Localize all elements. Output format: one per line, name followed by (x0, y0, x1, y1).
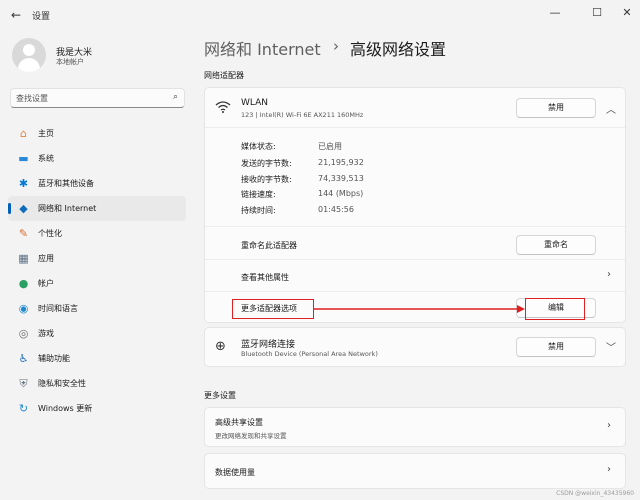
prop-bytes-sent-label: 发送的字节数: (241, 159, 292, 168)
sidebar-item-system[interactable]: ▬ 系统 (8, 146, 186, 171)
view-more-properties-row[interactable]: 查看其他属性 (241, 272, 289, 283)
chevron-right-icon[interactable]: › (607, 420, 611, 431)
disable-bluetooth-button[interactable]: 禁用 (516, 337, 596, 357)
sidebar-item-privacy[interactable]: ⛨ 隐私和安全性 (8, 371, 186, 396)
divider (205, 226, 625, 227)
apps-icon: ▦ (18, 252, 29, 265)
account-type: 本地帐户 (56, 58, 84, 66)
prop-bytes-received-value: 74,339,513 (318, 174, 364, 183)
prop-duration-value: 01:45:56 (318, 205, 354, 214)
sidebar-item-label: 游戏 (38, 329, 54, 338)
prop-media-state-value: 已启用 (318, 142, 342, 151)
watermark: CSDN @weixin_43435960 (556, 490, 634, 497)
back-arrow-icon[interactable]: ← (8, 7, 24, 23)
sidebar-nav: ⌂ 主页 ▬ 系统 ✱ 蓝牙和其他设备 ◆ 网络和 Internet ✎ 个性化… (0, 121, 190, 421)
accessibility-icon: ♿ (18, 352, 29, 365)
maximize-icon[interactable]: ☐ (590, 6, 604, 20)
divider (205, 291, 625, 292)
search-input[interactable] (16, 92, 166, 105)
sidebar-item-label: 应用 (38, 254, 54, 263)
chevron-down-icon[interactable]: ﹀ (606, 339, 616, 354)
annotation-arrow-icon (314, 305, 525, 313)
sidebar-item-label: 辅助功能 (38, 354, 70, 363)
data-usage-row[interactable]: 数据使用量 › (204, 453, 626, 489)
search-box[interactable]: ⌕ (10, 88, 185, 108)
title-bar: ← 设置 — ☐ ✕ (0, 0, 640, 30)
advanced-sharing-title: 高级共享设置 (215, 418, 263, 427)
adapter-name: WLAN (241, 98, 269, 108)
sidebar-item-label: 蓝牙和其他设备 (38, 179, 94, 188)
sidebar-item-network[interactable]: ◆ 网络和 Internet (8, 196, 186, 221)
avatar-head-icon (23, 44, 35, 56)
avatar[interactable] (12, 38, 46, 72)
divider (205, 259, 625, 260)
sidebar-item-home[interactable]: ⌂ 主页 (8, 121, 186, 146)
prop-bytes-received-label: 接收的字节数: (241, 175, 292, 184)
sidebar-item-accounts[interactable]: ● 帐户 (8, 271, 186, 296)
account-icon: ● (18, 277, 29, 290)
sidebar-item-personalization[interactable]: ✎ 个性化 (8, 221, 186, 246)
sidebar-item-windows-update[interactable]: ↻ Windows 更新 (8, 396, 186, 421)
minimize-icon[interactable]: — (548, 6, 562, 20)
rename-adapter-label: 重命名此适配器 (241, 241, 297, 250)
advanced-sharing-subtitle: 更改网络发现和共享设置 (215, 432, 287, 440)
chevron-right-icon[interactable]: › (607, 269, 611, 280)
advanced-sharing-row[interactable]: 高级共享设置 更改网络发现和共享设置 › (204, 407, 626, 447)
home-icon: ⌂ (20, 127, 27, 140)
sidebar-item-label: 隐私和安全性 (38, 379, 86, 388)
sidebar-item-label: Windows 更新 (38, 404, 93, 413)
sidebar-item-label: 主页 (38, 129, 54, 138)
prop-duration-label: 持续时间: (241, 206, 276, 215)
adapter-name: 蓝牙网络连接 (241, 340, 296, 350)
highlight-box-label (232, 299, 314, 319)
chevron-up-icon[interactable]: ︿ (606, 101, 616, 116)
sidebar-item-accessibility[interactable]: ♿ 辅助功能 (8, 346, 186, 371)
globe-network-icon: ⊕ (215, 339, 226, 354)
sidebar-item-label: 网络和 Internet (38, 204, 97, 213)
wifi-icon: ◆ (19, 202, 28, 215)
shield-icon: ⛨ (19, 377, 28, 390)
search-icon[interactable]: ⌕ (173, 92, 178, 102)
window-title: 设置 (32, 12, 51, 22)
wifi-icon (215, 101, 231, 113)
windows-update-icon: ↻ (18, 402, 29, 415)
sidebar-item-bluetooth[interactable]: ✱ 蓝牙和其他设备 (8, 171, 186, 196)
sidebar-item-apps[interactable]: ▦ 应用 (8, 246, 186, 271)
avatar-body-icon (18, 58, 40, 72)
sidebar-item-time-language[interactable]: ◉ 时间和语言 (8, 296, 186, 321)
breadcrumb-separator: › (333, 37, 339, 55)
close-icon[interactable]: ✕ (620, 6, 634, 20)
data-usage-title: 数据使用量 (215, 468, 255, 477)
bluetooth-icon: ✱ (18, 177, 29, 190)
prop-link-speed-label: 链接速度: (241, 190, 276, 199)
divider (205, 127, 625, 128)
globe-clock-icon: ◉ (18, 302, 29, 315)
sidebar-item-label: 个性化 (38, 229, 62, 238)
sidebar-item-gaming[interactable]: ◎ 游戏 (8, 321, 186, 346)
monitor-icon: ▬ (18, 152, 29, 165)
page-title: 高级网络设置 (350, 40, 447, 59)
section-heading-more: 更多设置 (204, 391, 236, 400)
wlan-card: WLAN 123 | Intel(R) Wi-Fi 6E AX211 160MH… (204, 87, 626, 323)
sidebar-item-label: 时间和语言 (38, 304, 78, 313)
breadcrumb-parent[interactable]: 网络和 Internet (204, 36, 321, 60)
sidebar-item-label: 系统 (38, 154, 54, 163)
bluetooth-card: ⊕ 蓝牙网络连接 Bluetooth Device (Personal Area… (204, 327, 626, 367)
chevron-right-icon[interactable]: › (607, 464, 611, 475)
adapter-description: Bluetooth Device (Personal Area Network) (241, 350, 378, 358)
brush-icon: ✎ (18, 227, 29, 240)
prop-bytes-sent-value: 21,195,932 (318, 158, 364, 167)
gamepad-icon: ◎ (18, 327, 29, 340)
highlight-box-edit (525, 298, 585, 320)
prop-media-state-label: 媒体状态: (241, 142, 276, 151)
adapter-description: 123 | Intel(R) Wi-Fi 6E AX211 160MHz (241, 111, 364, 119)
rename-button[interactable]: 重命名 (516, 235, 596, 255)
disable-wlan-button[interactable]: 禁用 (516, 98, 596, 118)
section-heading-adapters: 网络适配器 (204, 71, 244, 80)
sidebar-item-label: 帐户 (38, 279, 54, 288)
prop-link-speed-value: 144 (Mbps) (318, 189, 364, 198)
